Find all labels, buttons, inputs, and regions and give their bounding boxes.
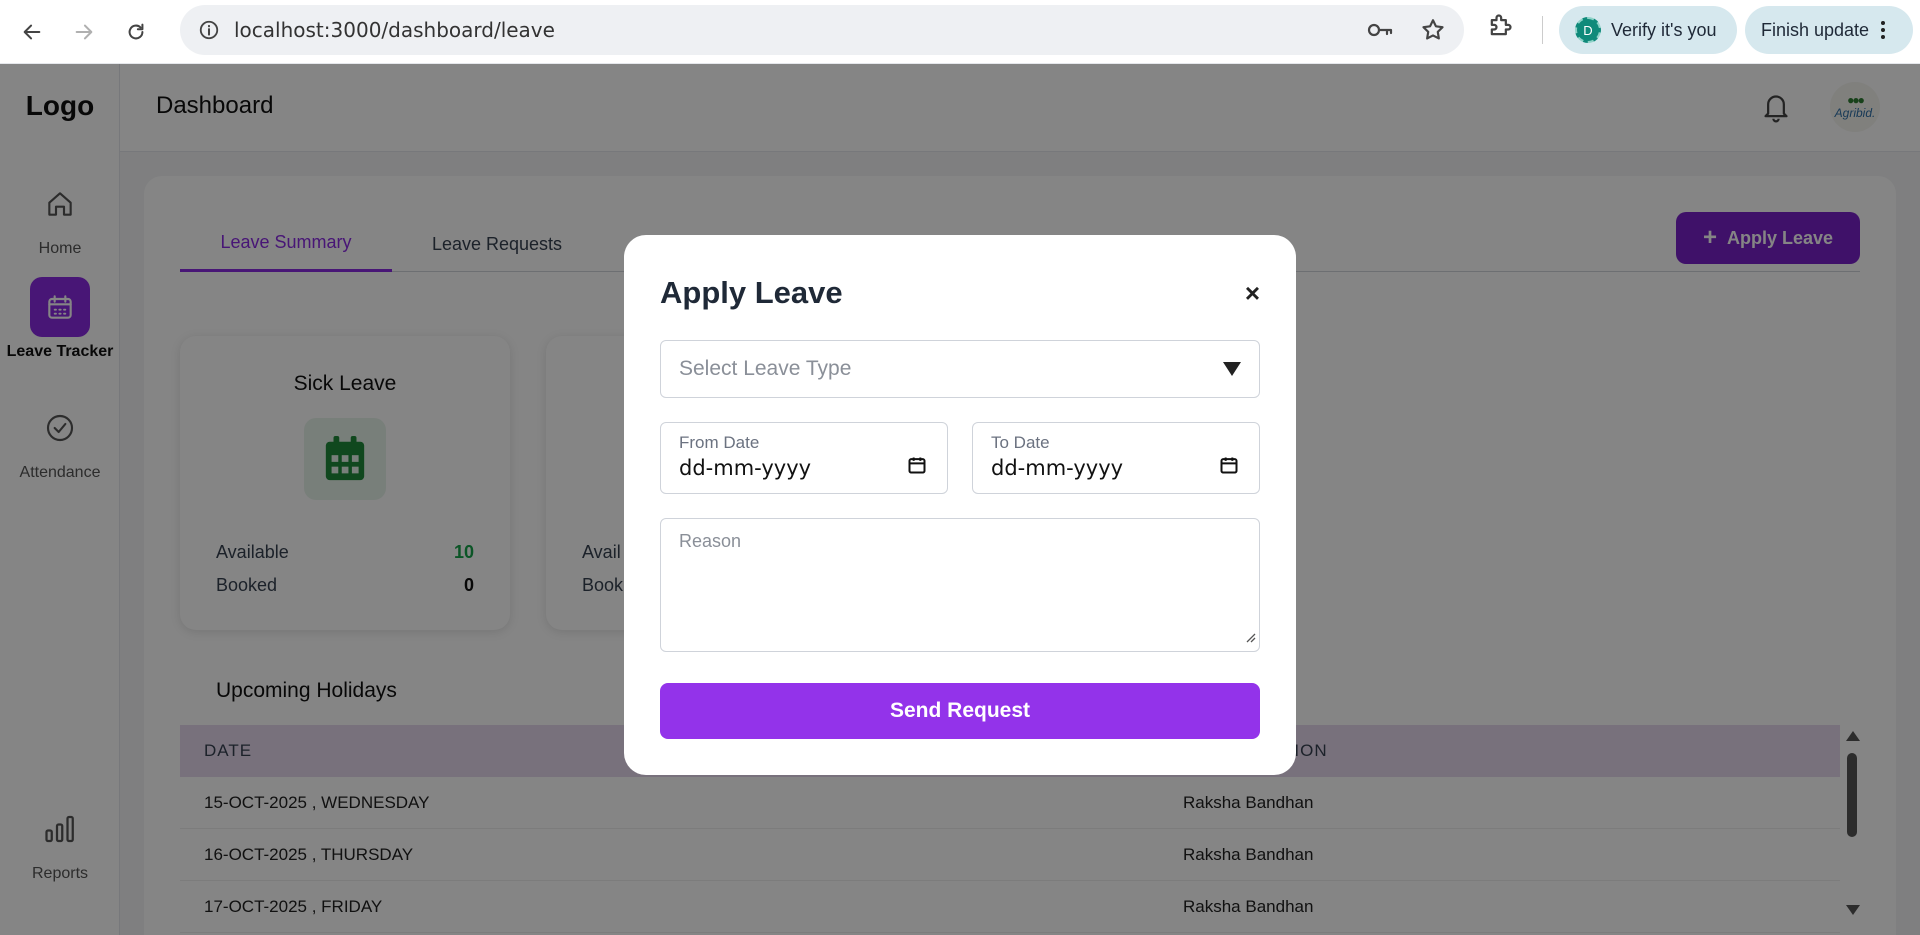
reason-placeholder: Reason: [679, 531, 742, 551]
to-date-label: To Date: [991, 433, 1050, 452]
to-date-value[interactable]: dd-mm-yyyy: [991, 456, 1123, 480]
reason-textarea[interactable]: Reason: [660, 518, 1260, 652]
address-bar[interactable]: localhost:3000/dashboard/leave: [180, 5, 1464, 55]
finish-update-button[interactable]: Finish update: [1745, 6, 1913, 54]
to-date-field[interactable]: To Date dd-mm-yyyy: [972, 422, 1260, 494]
star-icon[interactable]: [1420, 17, 1446, 43]
finish-update-label: Finish update: [1761, 19, 1870, 40]
send-request-button[interactable]: Send Request: [660, 683, 1260, 739]
modal-title: Apply Leave: [660, 275, 843, 310]
url-text: localhost:3000/dashboard/leave: [234, 18, 555, 42]
from-date-field[interactable]: From Date dd-mm-yyyy: [660, 422, 948, 494]
from-date-value[interactable]: dd-mm-yyyy: [679, 456, 811, 480]
resize-grip-icon[interactable]: [1244, 627, 1256, 648]
dropdown-caret-icon: [1223, 362, 1241, 376]
browser-toolbar: localhost:3000/dashboard/leave D Verify …: [0, 0, 1920, 64]
forward-button[interactable]: [66, 14, 102, 50]
leave-type-placeholder: Select Leave Type: [679, 357, 852, 380]
back-button[interactable]: [14, 14, 50, 50]
reload-icon: [128, 23, 144, 39]
toolbar-divider: [1542, 16, 1543, 44]
info-icon[interactable]: [198, 19, 220, 41]
kebab-menu-icon[interactable]: [1881, 21, 1886, 39]
reload-button[interactable]: [118, 14, 154, 50]
leave-type-select[interactable]: Select Leave Type: [660, 340, 1260, 398]
calendar-picker-icon[interactable]: [907, 455, 927, 480]
verify-identity-button[interactable]: D Verify it's you: [1559, 6, 1737, 54]
calendar-picker-icon[interactable]: [1219, 455, 1239, 480]
verify-label: Verify it's you: [1611, 19, 1717, 40]
profile-avatar: D: [1575, 17, 1601, 43]
key-icon[interactable]: [1366, 17, 1394, 43]
puzzle-icon: [1490, 14, 1512, 36]
apply-leave-modal: Apply Leave × Select Leave Type From Dat…: [624, 235, 1296, 775]
extensions-button[interactable]: [1486, 12, 1514, 45]
from-date-label: From Date: [679, 433, 760, 452]
close-icon[interactable]: ×: [1245, 280, 1260, 306]
arrow-left-icon: [23, 24, 41, 39]
arrow-right-icon: [75, 24, 93, 39]
